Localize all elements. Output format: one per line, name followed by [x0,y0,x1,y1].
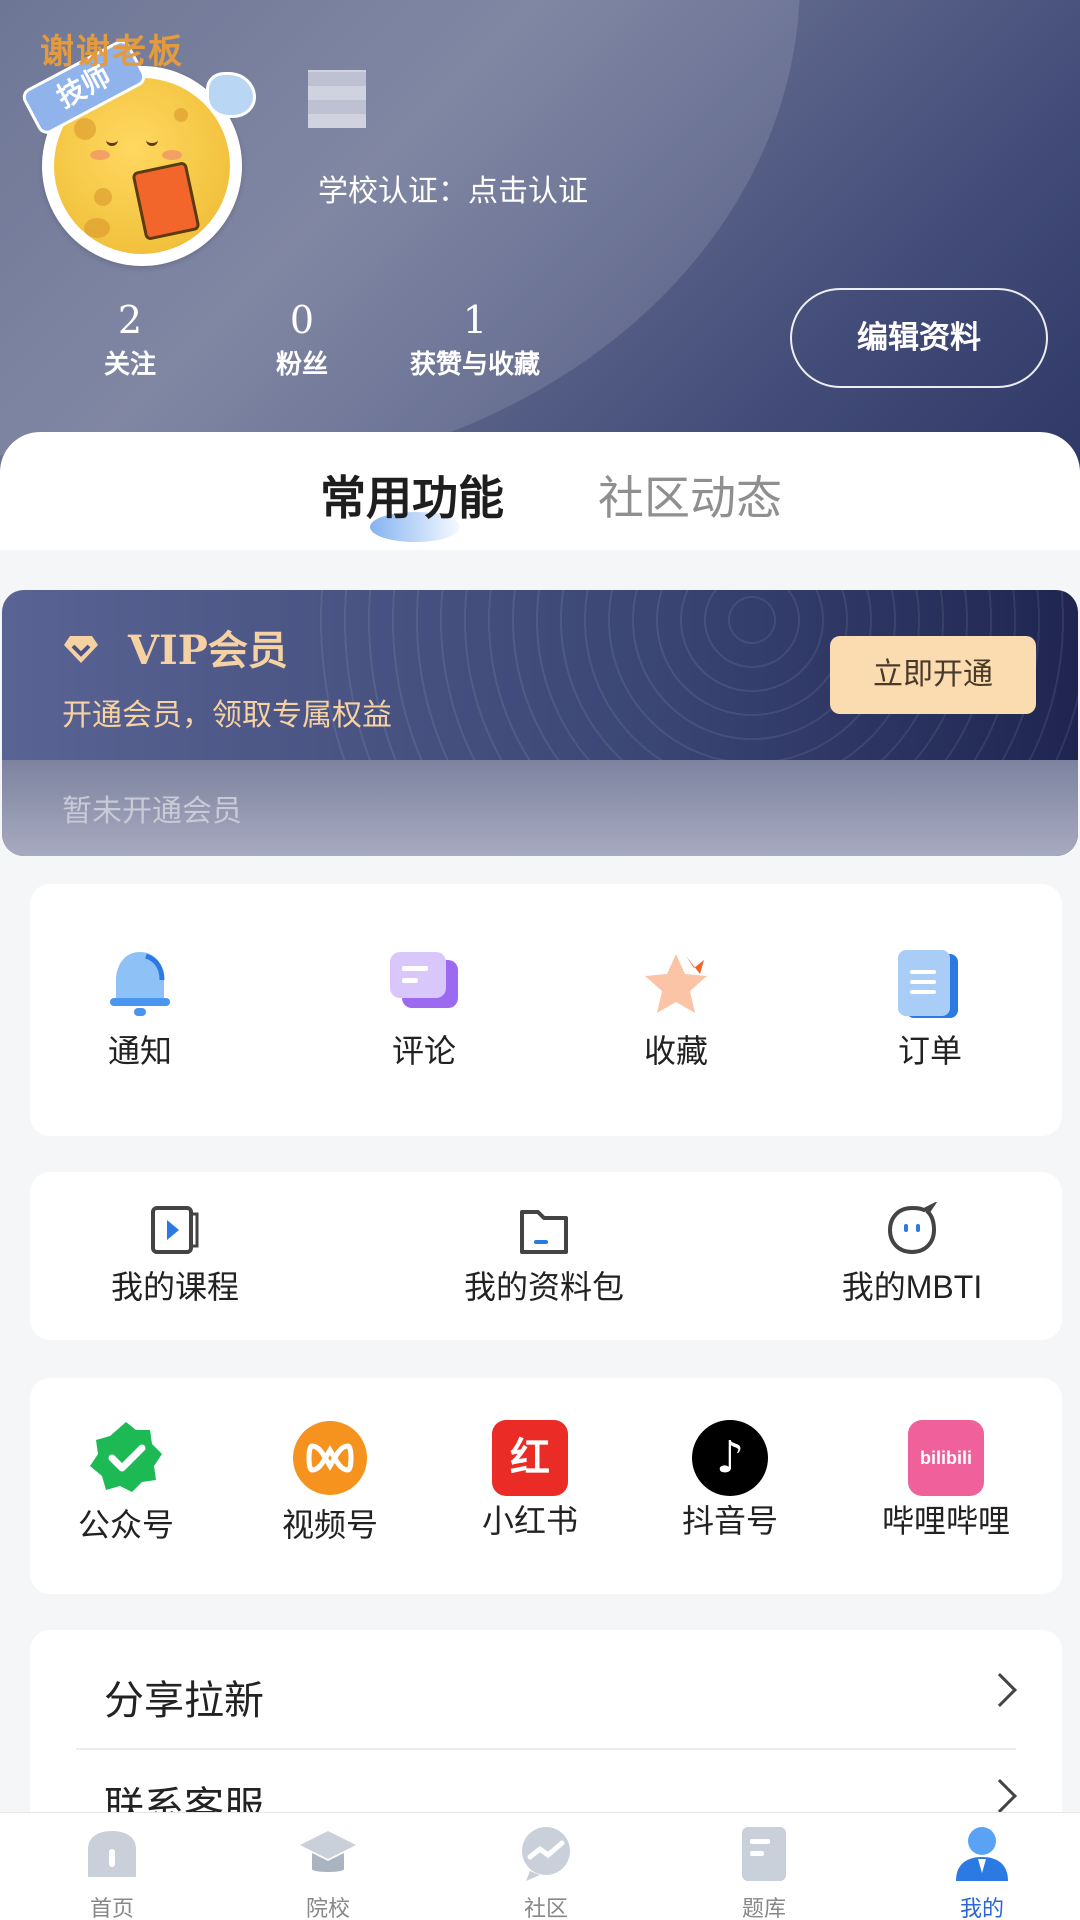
quick-comment[interactable]: 评论 [374,946,474,1072]
bottom-tab-bar: 首页 院校 社区 题库 我的 [0,1812,1080,1920]
douyin-icon: ♪ [692,1420,768,1496]
social-wechat-official[interactable]: 公众号 [66,1420,186,1546]
social-xiaohongshu[interactable]: 红 小红书 [470,1420,590,1542]
xiaohongshu-icon: 红 [492,1420,568,1496]
school-cert-link[interactable]: 学校认证：点击认证 [318,166,588,210]
tab-community-feed[interactable]: 社区动态 [598,462,782,528]
quick-actions-card: 通知 评论 收藏 订单 [30,884,1062,1136]
social-douyin[interactable]: ♪ 抖音号 [670,1420,790,1542]
avatar[interactable]: 技师 谢谢老板 [18,22,256,266]
social-bilibili[interactable]: bilibili 哔哩哔哩 [876,1420,1016,1542]
quick-orders[interactable]: 订单 [880,946,980,1072]
chevron-right-icon [983,1779,1017,1813]
profile-icon [956,1827,1008,1881]
tab-bar-top: 常用功能 社区动态 [0,432,1080,550]
mine-card: 我的课程 我的资料包 我的MBTI [30,1172,1062,1340]
tabbar-mine[interactable]: 我的 [922,1823,1042,1920]
comment-icon [390,952,458,1008]
social-card: 公众号 视频号 红 小红书 ♪ 抖音号 bilibili 哔哩哔哩 [30,1378,1062,1594]
star-icon [645,954,707,1013]
bilibili-icon: bilibili [908,1420,984,1496]
social-wechat-channels[interactable]: 视频号 [270,1420,390,1546]
school-icon [300,1831,356,1872]
quick-notification[interactable]: 通知 [90,946,190,1072]
stat-followers[interactable]: 0 粉丝 [262,300,342,381]
vip-activate-button[interactable]: 立即开通 [830,636,1036,714]
course-icon [151,1206,199,1254]
username-blurred [308,70,366,128]
edit-profile-button[interactable]: 编辑资料 [790,288,1048,388]
vip-card: VIP会员 开通会员，领取专属权益 立即开通 暂未开通会员 [2,590,1078,856]
wechat-official-icon [90,1422,162,1492]
tabbar-question-bank[interactable]: 题库 [704,1823,824,1920]
tabbar-schools[interactable]: 院校 [268,1823,388,1920]
question-bank-icon [742,1827,786,1881]
tabbar-home[interactable]: 首页 [52,1823,172,1920]
tabbar-community[interactable]: 社区 [486,1823,606,1920]
home-icon [88,1831,136,1877]
chevron-right-icon [983,1673,1017,1707]
avatar-caption: 谢谢老板 [40,32,184,72]
my-mbti[interactable]: 我的MBTI [822,1200,1002,1308]
stat-likes-favorites[interactable]: 1 获赞与收藏 [400,300,550,381]
vip-subtitle: 开通会员，领取专属权益 [62,699,392,732]
stat-following[interactable]: 2 关注 [90,300,170,381]
quick-favorites[interactable]: 收藏 [626,946,726,1072]
tab-common-functions[interactable]: 常用功能 [320,462,504,528]
my-materials[interactable]: 我的资料包 [454,1202,634,1308]
folder-icon [520,1210,568,1254]
community-icon [522,1827,570,1881]
my-courses[interactable]: 我的课程 [100,1202,250,1308]
profile-header: 技师 谢谢老板 学校认证：点击认证 2 关注 0 粉丝 1 获赞与收藏 编辑资料 [0,0,1080,470]
wechat-channels-icon [293,1421,367,1495]
list-item-share-invite[interactable]: 分享拉新 [74,1642,1020,1746]
vip-status: 暂未开通会员 [62,795,242,828]
order-icon [898,950,958,1018]
diamond-icon [64,636,98,663]
bell-icon [110,952,170,1016]
mbti-icon [887,1200,938,1255]
vip-title: VIP会员 [128,627,288,674]
